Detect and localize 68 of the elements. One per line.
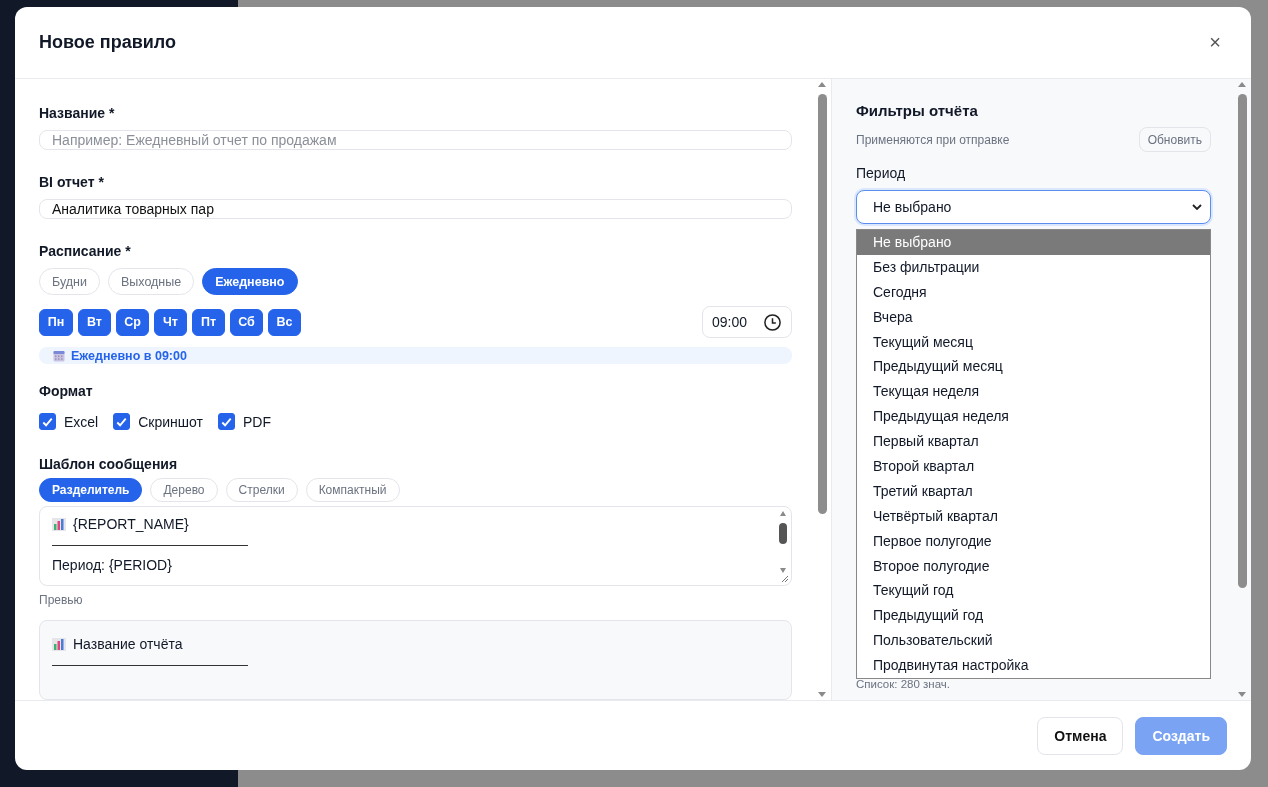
- template-style-chip[interactable]: Компактный: [305, 478, 400, 502]
- checkbox[interactable]: [39, 413, 56, 430]
- section-label: Шаблон сообщения: [39, 455, 179, 474]
- dropdown-option[interactable]: Третий квартал: [857, 478, 1210, 504]
- dropdown-option[interactable]: Текущая неделя: [857, 379, 1210, 405]
- dropdown-option[interactable]: Сегодня: [857, 279, 1210, 305]
- section-label: Формат: [39, 382, 94, 401]
- name-field[interactable]: Например: Ежедневный отчет по продажам: [39, 130, 792, 151]
- dropdown-option[interactable]: Первый квартал: [857, 429, 1210, 454]
- resize-handle-icon[interactable]: [779, 573, 789, 583]
- schedule-preset-chip[interactable]: Будни: [39, 268, 100, 296]
- clock-icon: [763, 312, 782, 332]
- template-field[interactable]: {REPORT_NAME} Период: {PERIOD}: [39, 506, 792, 586]
- weekday-toggle[interactable]: Ср: [116, 308, 149, 336]
- dropdown-option[interactable]: Первое полугодие: [857, 528, 1210, 554]
- dropdown-option[interactable]: Предыдущий год: [857, 603, 1210, 629]
- weekday-toggle[interactable]: Пт: [192, 308, 225, 336]
- refresh-button[interactable]: Обновить: [1138, 127, 1211, 152]
- dropdown-option[interactable]: Предыдущая неделя: [857, 404, 1210, 430]
- schedule-preset-chip[interactable]: Ежедневно: [202, 268, 298, 296]
- bar-chart-icon: [52, 637, 66, 651]
- preview-line: Название отчёта: [73, 635, 183, 653]
- checkbox-label: Excel: [64, 413, 99, 430]
- dropdown-option[interactable]: Второй квартал: [857, 454, 1210, 479]
- dropdown-option[interactable]: Текущий месяц: [857, 329, 1210, 355]
- dropdown-option[interactable]: Текущий год: [857, 578, 1210, 604]
- weekday-toggle[interactable]: Сб: [230, 308, 263, 336]
- summary-text: Ежедневно в 09:00: [71, 348, 187, 363]
- dropdown-option[interactable]: Пользовательский: [857, 628, 1210, 654]
- field-label: Период: [856, 164, 907, 183]
- dropdown-option[interactable]: Без фильтрации: [857, 254, 1210, 280]
- dropdown-option[interactable]: Продвинутая настройка: [857, 653, 1210, 679]
- schedule-preset-chip[interactable]: Выходные: [107, 268, 195, 296]
- period-select[interactable]: Не выбрано: [856, 190, 1211, 224]
- dropdown-option[interactable]: Второе полугодие: [857, 553, 1210, 579]
- time-field[interactable]: 09:00: [702, 306, 792, 339]
- field-label: Название *: [39, 104, 116, 123]
- template-line: Период: {PERIOD}: [52, 556, 172, 574]
- weekday-toggle[interactable]: Пн: [39, 308, 73, 336]
- checkbox[interactable]: [217, 413, 235, 430]
- preview-label: Превью: [39, 593, 84, 607]
- field-label: Расписание *: [39, 242, 132, 262]
- dropdown-option[interactable]: Четвёртый квартал: [857, 503, 1210, 529]
- field-label: BI отчет *: [39, 173, 105, 193]
- panel-hint: Применяются при отправке: [856, 132, 1010, 147]
- template-style-chip[interactable]: Дерево: [150, 478, 218, 502]
- dropdown-option[interactable]: Предыдущий месяц: [857, 354, 1210, 380]
- dialog-title: Новое правило: [39, 32, 177, 53]
- template-style-chip[interactable]: Разделитель: [39, 478, 143, 502]
- checkbox-label: PDF: [242, 413, 271, 430]
- cancel-button[interactable]: Отмена: [1037, 716, 1124, 755]
- dropdown-option[interactable]: Не выбрано: [857, 230, 1210, 255]
- panel-title: Фильтры отчёта: [856, 101, 979, 121]
- weekday-toggle[interactable]: Чт: [154, 308, 187, 336]
- calendar-icon: [53, 349, 65, 362]
- weekday-toggle[interactable]: Вс: [268, 308, 301, 336]
- dropdown-option[interactable]: Вчера: [857, 304, 1210, 330]
- template-line: {REPORT_NAME}: [73, 515, 189, 533]
- close-button[interactable]: ×: [1203, 31, 1227, 54]
- template-style-chip[interactable]: Стрелки: [225, 478, 298, 502]
- weekday-toggle[interactable]: Вт: [78, 308, 111, 336]
- report-field[interactable]: Аналитика товарных пар: [39, 199, 792, 220]
- bar-chart-icon: [52, 517, 66, 531]
- list-count: Список: 280 знач.: [856, 678, 951, 690]
- checkbox-label: Скриншот: [138, 413, 203, 430]
- chevron-down-icon: [1192, 204, 1202, 210]
- scrollbar[interactable]: [779, 511, 787, 573]
- checkbox[interactable]: [113, 413, 131, 430]
